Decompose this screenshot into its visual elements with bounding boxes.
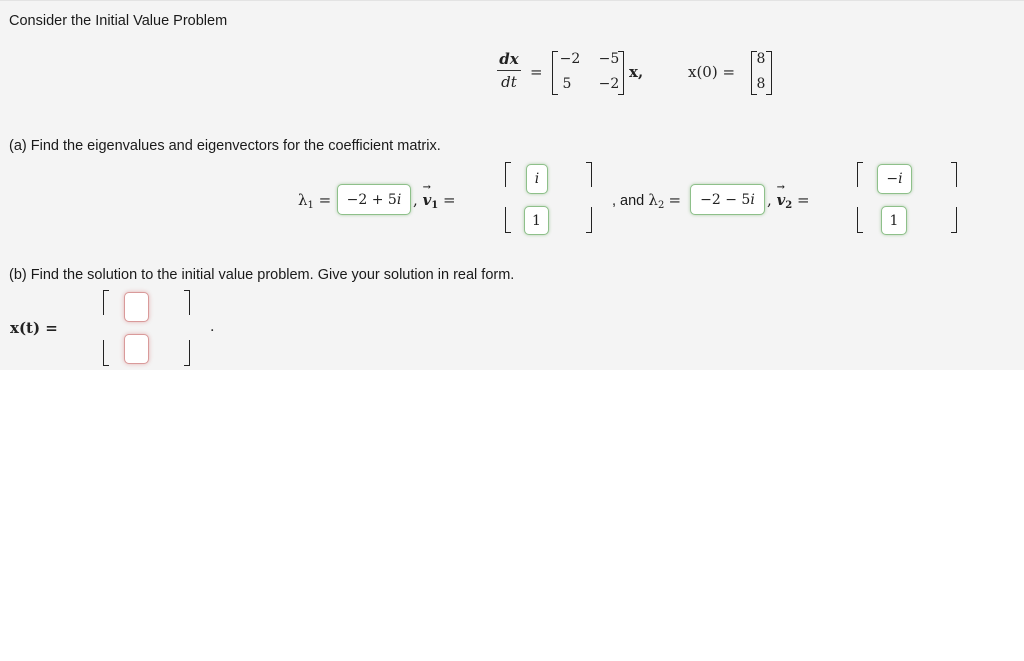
equals-sign: =: [668, 191, 682, 209]
derivative-denominator: dt: [501, 73, 517, 91]
matrix-right-bracket: [618, 51, 624, 95]
vector-v-symbol: v →: [776, 182, 786, 209]
lambda2-subscript: 2: [657, 200, 665, 211]
v2-right-bracket-top: [951, 162, 957, 187]
lambda1-label: λ1 =: [298, 191, 331, 211]
matrix-cell: −2: [559, 51, 581, 67]
v1-left-bracket-bottom: [505, 207, 511, 233]
xt-left-bracket-top: [103, 290, 109, 315]
v2-component-1-field[interactable]: − i: [877, 164, 912, 194]
v2-subscript: 2: [785, 200, 793, 211]
v2-label: , v → 2 =: [767, 182, 810, 211]
vector-x-label: x,: [629, 63, 644, 81]
comma: ,: [413, 191, 418, 209]
lambda1-subscript: 1: [307, 200, 314, 211]
xt-right-bracket-bottom: [184, 340, 190, 366]
lambda1-answer-field[interactable]: −2 + 5i: [337, 184, 411, 215]
v1-left-bracket-top: [505, 162, 511, 187]
matrix-cell: −2: [598, 76, 620, 92]
v2-left-bracket-top: [857, 162, 863, 187]
equals-sign: =: [530, 63, 543, 81]
ic-right-bracket: [766, 51, 772, 95]
intro-text: Consider the Initial Value Problem: [9, 13, 228, 29]
matrix-cell: 5: [562, 76, 572, 92]
initial-condition-label: x(0) =: [688, 63, 736, 81]
lambda2-label: , and λ2 =: [612, 191, 681, 211]
v1-right-bracket-bottom: [586, 207, 592, 233]
derivative-numerator: dx: [499, 50, 519, 68]
v1-component-2-field[interactable]: 1: [524, 206, 549, 235]
derivative-fraction: dx dt: [497, 50, 521, 91]
v1-subscript: 1: [431, 200, 439, 211]
xt-left-bracket-bottom: [103, 340, 109, 366]
lambda-symbol: λ: [648, 191, 658, 209]
v1-right-bracket-top: [586, 162, 592, 187]
xt-component-1-field[interactable]: [124, 292, 149, 322]
v1-component-1-field[interactable]: i: [526, 164, 548, 194]
equals-sign: =: [443, 191, 456, 209]
v2-right-bracket-bottom: [951, 207, 957, 233]
xt-label-text: x(t) =: [10, 319, 58, 337]
v2-component-2-field[interactable]: 1: [881, 206, 907, 235]
xt-label: x(t) =: [10, 319, 58, 337]
lambda2-answer-field[interactable]: −2 − 5i: [690, 184, 765, 215]
and-text: , and: [612, 193, 645, 209]
equals-sign: =: [318, 191, 332, 209]
vector-v-symbol: v →: [422, 182, 432, 209]
question-panel: Consider the Initial Value Problem dx dt…: [0, 0, 1024, 370]
period: .: [210, 319, 215, 335]
equals-sign: =: [797, 191, 810, 209]
fraction-bar: [497, 70, 521, 71]
lambda-symbol: λ: [298, 191, 308, 209]
xt-right-bracket-top: [184, 290, 190, 315]
v1-label: , v → 1 =: [413, 182, 456, 211]
v2-left-bracket-bottom: [857, 207, 863, 233]
part-a-prompt: (a) Find the eigenvalues and eigenvector…: [9, 138, 441, 154]
matrix-cell: −5: [598, 51, 620, 67]
comma: ,: [767, 191, 772, 209]
xt-component-2-field[interactable]: [124, 334, 149, 364]
part-b-prompt: (b) Find the solution to the initial val…: [9, 267, 515, 283]
